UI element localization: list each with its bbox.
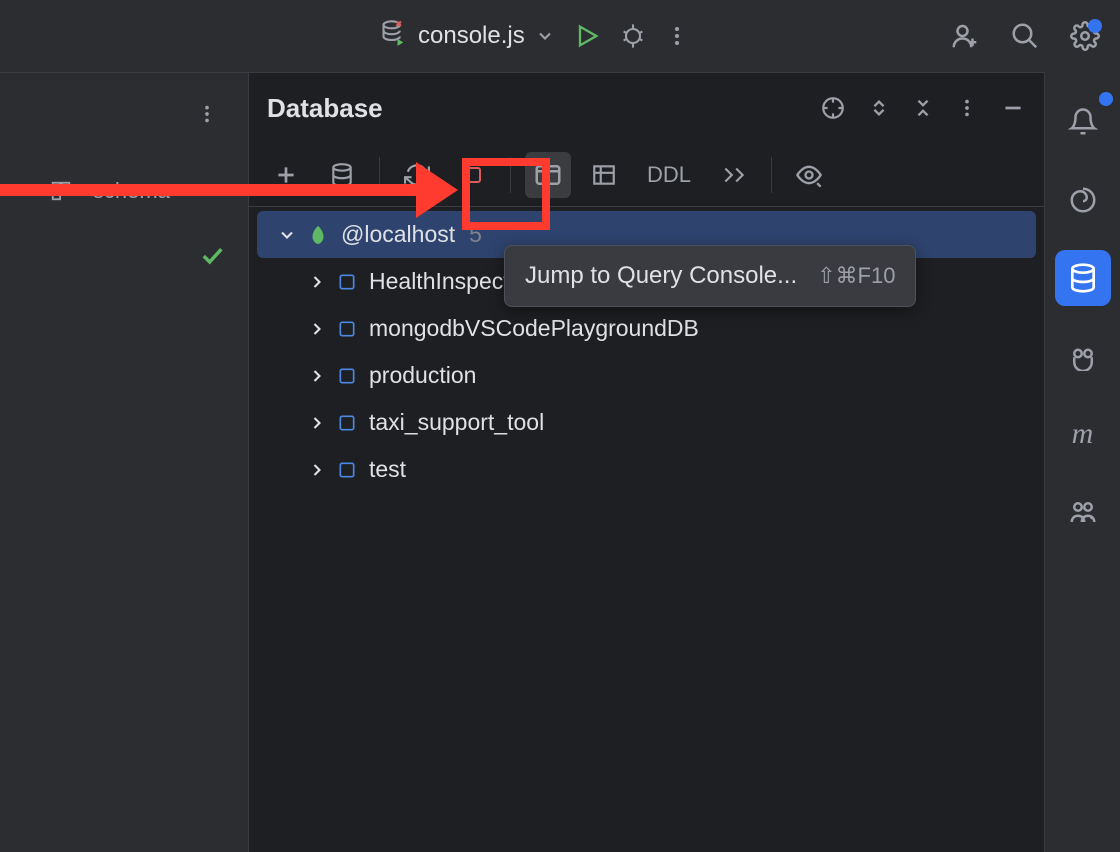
collapse-icon[interactable] bbox=[912, 97, 934, 119]
database-icon bbox=[337, 272, 357, 292]
team-icon[interactable] bbox=[1055, 484, 1111, 540]
annotation-arrowhead bbox=[416, 162, 458, 218]
annotation-arrow bbox=[0, 184, 420, 196]
database-file-icon bbox=[380, 19, 408, 54]
notification-dot bbox=[1088, 19, 1102, 33]
copilot-icon[interactable] bbox=[1055, 328, 1111, 384]
database-icon bbox=[337, 319, 357, 339]
panel-title: Database bbox=[267, 93, 383, 124]
tree-node-label: mongodbVSCodePlaygroundDB bbox=[369, 315, 699, 342]
database-icon bbox=[337, 366, 357, 386]
tooltip: Jump to Query Console... ⇧⌘F10 bbox=[504, 245, 916, 307]
chevron-down-icon[interactable] bbox=[535, 26, 555, 46]
chevron-right-icon[interactable] bbox=[305, 319, 329, 339]
database-tab-icon[interactable] bbox=[1055, 250, 1111, 306]
database-toolbar: DDL bbox=[249, 143, 1044, 207]
add-user-icon[interactable] bbox=[950, 21, 980, 51]
tree-child-node[interactable]: production bbox=[249, 352, 1044, 399]
run-button[interactable] bbox=[573, 22, 601, 50]
chevron-down-icon[interactable] bbox=[275, 225, 299, 245]
tooltip-text: Jump to Query Console... bbox=[525, 262, 797, 290]
search-icon[interactable] bbox=[1010, 21, 1040, 51]
notification-dot bbox=[1099, 92, 1113, 106]
more-vertical-icon[interactable] bbox=[956, 97, 978, 119]
tooltip-shortcut: ⇧⌘F10 bbox=[817, 263, 895, 289]
chevron-right-icon[interactable] bbox=[305, 272, 329, 292]
minimize-icon[interactable] bbox=[1000, 95, 1026, 121]
tree-node-count: 5 bbox=[469, 221, 482, 248]
tree-node-label: taxi_support_tool bbox=[369, 409, 544, 436]
ddl-button[interactable]: DDL bbox=[637, 152, 701, 198]
toolbar-separator bbox=[510, 157, 511, 193]
chevron-right-icon[interactable] bbox=[305, 460, 329, 480]
right-rail: m bbox=[1044, 72, 1120, 852]
active-file[interactable]: console.js bbox=[380, 19, 555, 54]
tree-child-node[interactable]: taxi_support_tool bbox=[249, 399, 1044, 446]
locate-icon[interactable] bbox=[820, 95, 846, 121]
query-console-button[interactable] bbox=[525, 152, 571, 198]
chevron-right-icon[interactable] bbox=[305, 366, 329, 386]
checkmark-icon bbox=[198, 241, 226, 274]
navigate-icon[interactable] bbox=[711, 152, 757, 198]
tree-node-label: @localhost bbox=[341, 221, 455, 248]
spiral-icon[interactable] bbox=[1055, 172, 1111, 228]
expand-sort-icon[interactable] bbox=[868, 97, 890, 119]
toolbar-separator bbox=[771, 157, 772, 193]
tree-node-label: test bbox=[369, 456, 406, 483]
filename-label: console.js bbox=[418, 22, 525, 50]
settings-icon[interactable] bbox=[1070, 21, 1100, 51]
database-icon bbox=[337, 460, 357, 480]
chevron-right-icon[interactable] bbox=[305, 413, 329, 433]
database-icon bbox=[337, 413, 357, 433]
mongodb-leaf-icon bbox=[307, 224, 329, 246]
more-vertical-icon[interactable] bbox=[196, 103, 218, 125]
table-icon[interactable] bbox=[581, 152, 627, 198]
tree-child-node[interactable]: test bbox=[249, 446, 1044, 493]
m-icon[interactable]: m bbox=[1055, 406, 1111, 462]
debug-button[interactable] bbox=[619, 22, 647, 50]
tree-child-node[interactable]: mongodbVSCodePlaygroundDB bbox=[249, 305, 1044, 352]
notifications-icon[interactable] bbox=[1055, 94, 1111, 150]
tree-node-label: production bbox=[369, 362, 476, 389]
more-vertical-icon[interactable] bbox=[665, 24, 689, 48]
view-icon[interactable] bbox=[786, 152, 832, 198]
